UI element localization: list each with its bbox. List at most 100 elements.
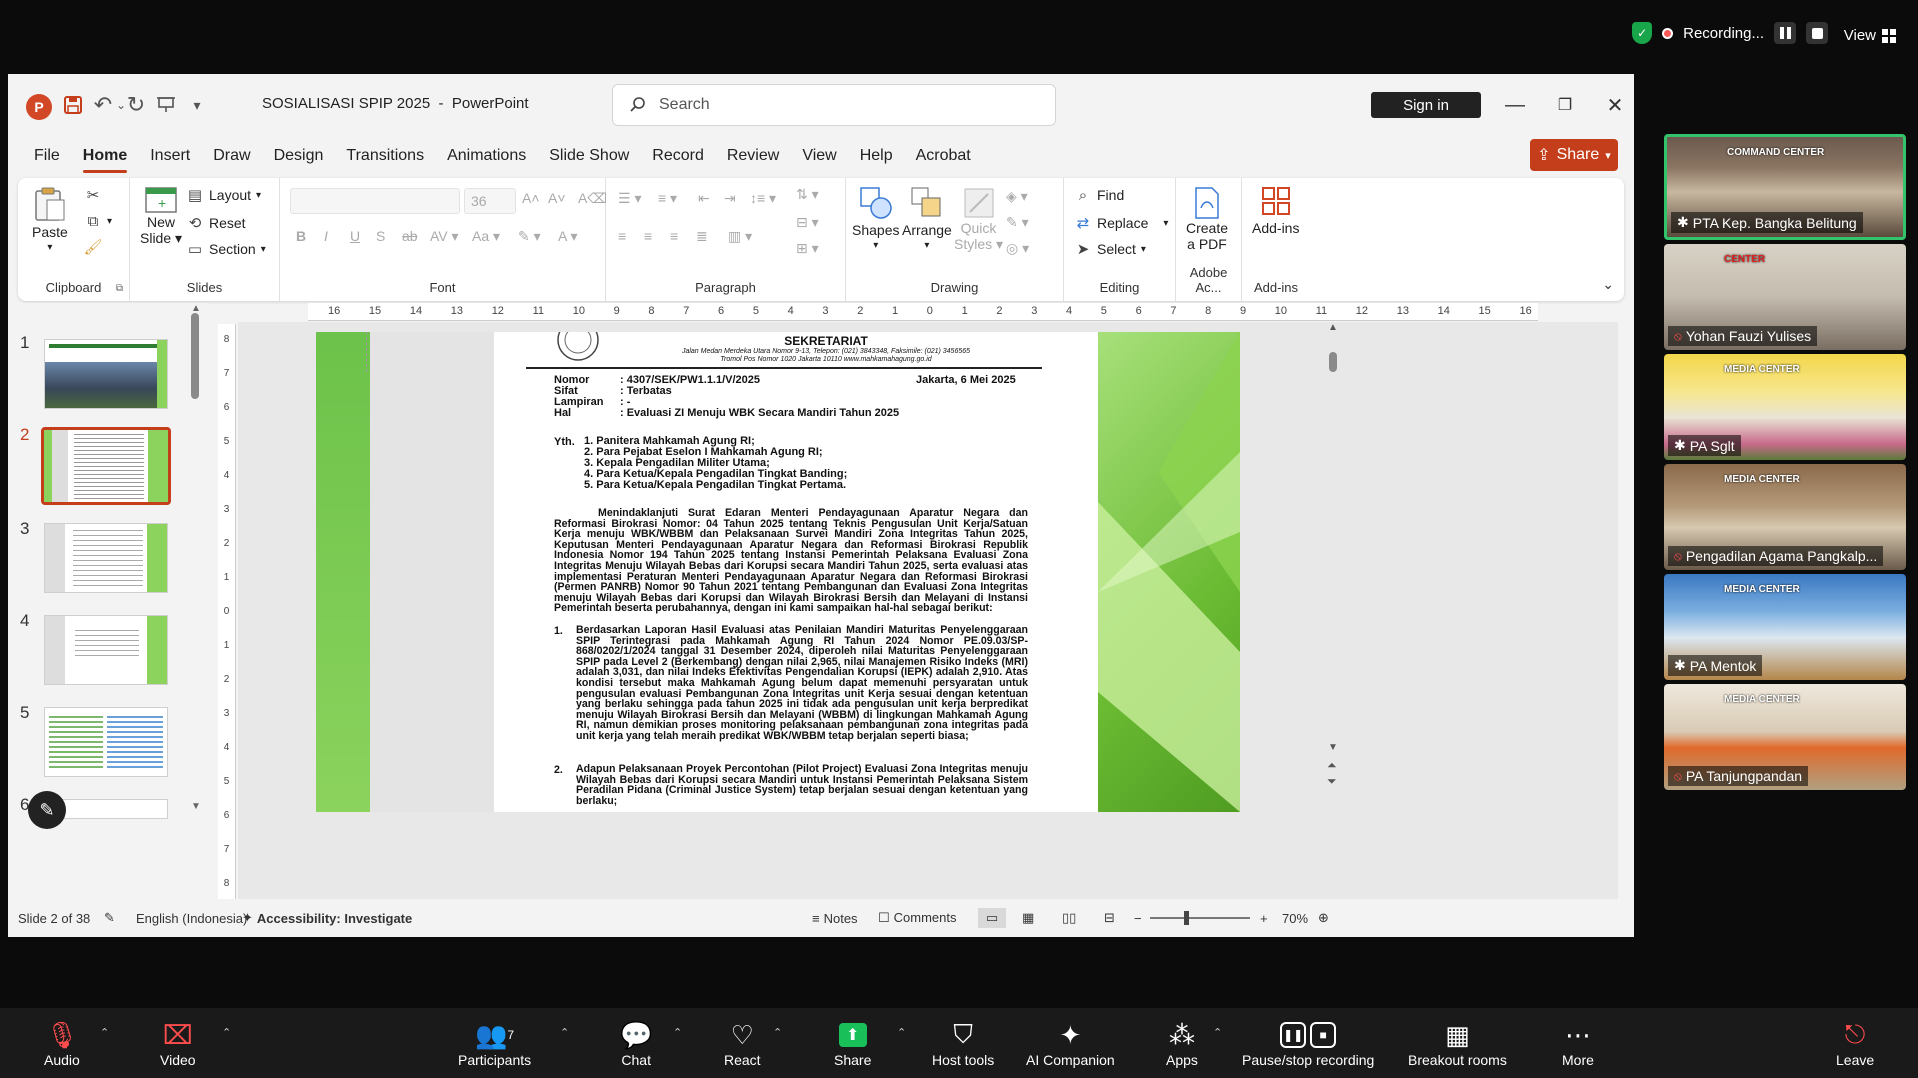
breakout-rooms-button[interactable]: ▦ Breakout rooms bbox=[1408, 1018, 1507, 1069]
quick-styles-button[interactable]: Quick Styles ▾ bbox=[954, 186, 1003, 253]
tab-slide-show[interactable]: Slide Show bbox=[549, 137, 629, 175]
host-tools-button[interactable]: ⛉ Host tools bbox=[932, 1018, 994, 1068]
select-button[interactable]: ➤ Select ▾ bbox=[1074, 240, 1146, 258]
justify-icon[interactable]: ≣ bbox=[696, 228, 708, 245]
share-options-icon[interactable]: ⌃ bbox=[897, 1026, 906, 1039]
notes-button[interactable]: ≡ Notes bbox=[812, 911, 858, 926]
zoom-out-icon[interactable]: − bbox=[1134, 911, 1142, 926]
zoom-in-icon[interactable]: + bbox=[1260, 911, 1268, 926]
tab-record[interactable]: Record bbox=[652, 137, 704, 175]
scroll-up-icon[interactable]: ▲ bbox=[1328, 322, 1338, 333]
slide-thumbnail-1[interactable] bbox=[44, 339, 168, 409]
save-icon[interactable] bbox=[60, 92, 86, 118]
share-button[interactable]: ⇪ Share ▾ bbox=[1530, 139, 1618, 171]
apps-button[interactable]: ⁂ Apps bbox=[1166, 1018, 1198, 1069]
current-slide[interactable]: SEKRETARIAT Jalan Medan Merdeka Utara No… bbox=[316, 332, 1240, 812]
align-left-icon[interactable]: ≡ bbox=[618, 228, 626, 244]
language-status[interactable]: English (Indonesia) bbox=[136, 911, 247, 926]
tab-help[interactable]: Help bbox=[860, 137, 893, 175]
zoom-slider-thumb[interactable] bbox=[1184, 911, 1189, 925]
previous-slide-icon[interactable]: ⏶ bbox=[1327, 758, 1337, 773]
slide-thumbnail-5[interactable] bbox=[44, 707, 168, 777]
arrange-button[interactable]: Arrange ▾ bbox=[902, 186, 952, 251]
video-button[interactable]: ⌧ Video bbox=[160, 1018, 196, 1069]
tab-design[interactable]: Design bbox=[274, 137, 324, 175]
tab-review[interactable]: Review bbox=[727, 137, 779, 175]
create-pdf-button[interactable]: Create a PDF bbox=[1186, 186, 1228, 253]
pause-stop-recording-button[interactable]: ❚❚ ■ Pause/stop recording bbox=[1242, 1018, 1374, 1068]
slide-thumbnail-4[interactable] bbox=[44, 615, 168, 685]
paste-button[interactable]: Paste ▾ bbox=[32, 186, 68, 253]
reset-button[interactable]: ⟲ Reset bbox=[186, 214, 246, 232]
scroll-down-icon[interactable]: ▼ bbox=[1328, 742, 1338, 753]
participant-tile[interactable]: MEDIA CENTER ✱ PA Sglt bbox=[1664, 354, 1906, 460]
slide-sorter-icon[interactable]: ▦ bbox=[1022, 910, 1034, 926]
tab-draw[interactable]: Draw bbox=[213, 137, 250, 175]
participant-tile[interactable]: MEDIA CENTER ⦸ Pengadilan Agama Pangkalp..… bbox=[1664, 464, 1906, 570]
copy-button[interactable]: ⧉ ▾ bbox=[84, 212, 112, 230]
participant-tile[interactable]: MEDIA CENTER ✱ PA Mentok bbox=[1664, 574, 1906, 680]
participant-tile[interactable]: COMMAND CENTER ✱ PTA Kep. Bangka Belitung bbox=[1664, 134, 1906, 240]
change-case-icon[interactable]: Aa ▾ bbox=[472, 228, 500, 245]
next-slide-icon[interactable]: ⏷ bbox=[1327, 774, 1337, 789]
participants-button[interactable]: 👥 7 Participants bbox=[458, 1018, 531, 1069]
customize-toolbar-icon[interactable]: ▾ bbox=[184, 92, 210, 118]
present-icon[interactable] bbox=[153, 92, 179, 118]
more-button[interactable]: ⋯ More bbox=[1562, 1018, 1594, 1069]
tab-acrobat[interactable]: Acrobat bbox=[916, 137, 971, 175]
text-direction-icon[interactable]: ⇅ ▾ bbox=[796, 186, 819, 203]
align-right-icon[interactable]: ≡ bbox=[670, 228, 678, 244]
decrease-indent-icon[interactable]: ⇤ bbox=[698, 190, 710, 207]
shape-effects-icon[interactable]: ◎ ▾ bbox=[1006, 240, 1029, 257]
tab-animations[interactable]: Animations bbox=[447, 137, 526, 175]
reading-view-icon[interactable]: ▯▯ bbox=[1062, 910, 1076, 926]
slideshow-icon[interactable]: ⊟ bbox=[1104, 910, 1115, 926]
layout-button[interactable]: ▤ Layout ▾ bbox=[186, 186, 261, 204]
strikethrough-icon[interactable]: ab bbox=[402, 228, 418, 244]
new-slide-button[interactable]: + New Slide ▾ bbox=[140, 184, 182, 247]
video-options-icon[interactable]: ⌃ bbox=[222, 1026, 231, 1039]
section-button[interactable]: ▭ Section ▾ bbox=[186, 240, 266, 258]
font-color-icon[interactable]: A ▾ bbox=[558, 228, 577, 245]
slide-thumbnail-3[interactable] bbox=[44, 523, 168, 593]
increase-font-icon[interactable]: A˄ bbox=[522, 190, 540, 206]
comments-button[interactable]: ☐ Comments bbox=[878, 910, 957, 926]
tab-insert[interactable]: Insert bbox=[150, 137, 190, 175]
chat-options-icon[interactable]: ⌃ bbox=[673, 1026, 682, 1039]
scroll-down-icon[interactable]: ▼ bbox=[191, 801, 201, 812]
italic-icon[interactable]: I bbox=[324, 228, 328, 244]
close-button[interactable]: ✕ bbox=[1595, 88, 1634, 122]
dialog-launcher-icon[interactable]: ⧉ bbox=[116, 283, 123, 294]
view-button[interactable]: View bbox=[1844, 27, 1896, 44]
bold-icon[interactable]: B bbox=[296, 228, 306, 244]
normal-view-icon[interactable]: ▭ bbox=[978, 908, 1006, 928]
columns-icon[interactable]: ▥ ▾ bbox=[728, 228, 752, 245]
decrease-font-icon[interactable]: A˅ bbox=[548, 190, 566, 206]
cut-button[interactable]: ✂ bbox=[84, 186, 102, 204]
encryption-shield-icon[interactable]: ✓ bbox=[1632, 22, 1653, 44]
underline-icon[interactable]: U bbox=[350, 228, 360, 244]
numbering-icon[interactable]: ≡ ▾ bbox=[658, 190, 677, 207]
smartart-icon[interactable]: ⊞ ▾ bbox=[796, 240, 819, 257]
chat-button[interactable]: 💬 Chat bbox=[620, 1018, 652, 1069]
participant-tile[interactable]: MEDIA CENTER ⦸ PA Tanjungpandan bbox=[1664, 684, 1906, 790]
scroll-up-icon[interactable]: ▲ bbox=[191, 303, 201, 314]
increase-indent-icon[interactable]: ⇥ bbox=[724, 190, 736, 207]
zoom-slider[interactable] bbox=[1150, 917, 1250, 919]
bullets-icon[interactable]: ☰ ▾ bbox=[618, 190, 641, 207]
react-button[interactable]: ♡ React bbox=[724, 1018, 761, 1069]
slide-vertical-scrollbar[interactable]: ▲ ▼ ⏶ ⏷ bbox=[1326, 322, 1340, 899]
tab-home[interactable]: Home bbox=[82, 137, 128, 175]
format-painter-button[interactable]: 🖌 bbox=[83, 238, 102, 256]
add-ins-button[interactable]: Add-ins bbox=[1252, 186, 1299, 236]
audio-button[interactable]: 🎙 Audio bbox=[44, 1018, 80, 1069]
accessibility-status[interactable]: ✦ Accessibility: Investigate bbox=[242, 910, 412, 926]
spellcheck-icon[interactable]: ✎ bbox=[104, 910, 115, 926]
ai-companion-button[interactable]: ✦ AI Companion bbox=[1026, 1018, 1115, 1069]
thumbnails-scrollbar[interactable] bbox=[191, 313, 199, 399]
fit-slide-icon[interactable]: ⊕ bbox=[1318, 910, 1329, 926]
font-family-select[interactable] bbox=[290, 188, 460, 214]
stop-recording-button[interactable] bbox=[1806, 22, 1828, 44]
search-input[interactable]: Search bbox=[612, 84, 1056, 126]
align-text-icon[interactable]: ⊟ ▾ bbox=[796, 214, 819, 231]
